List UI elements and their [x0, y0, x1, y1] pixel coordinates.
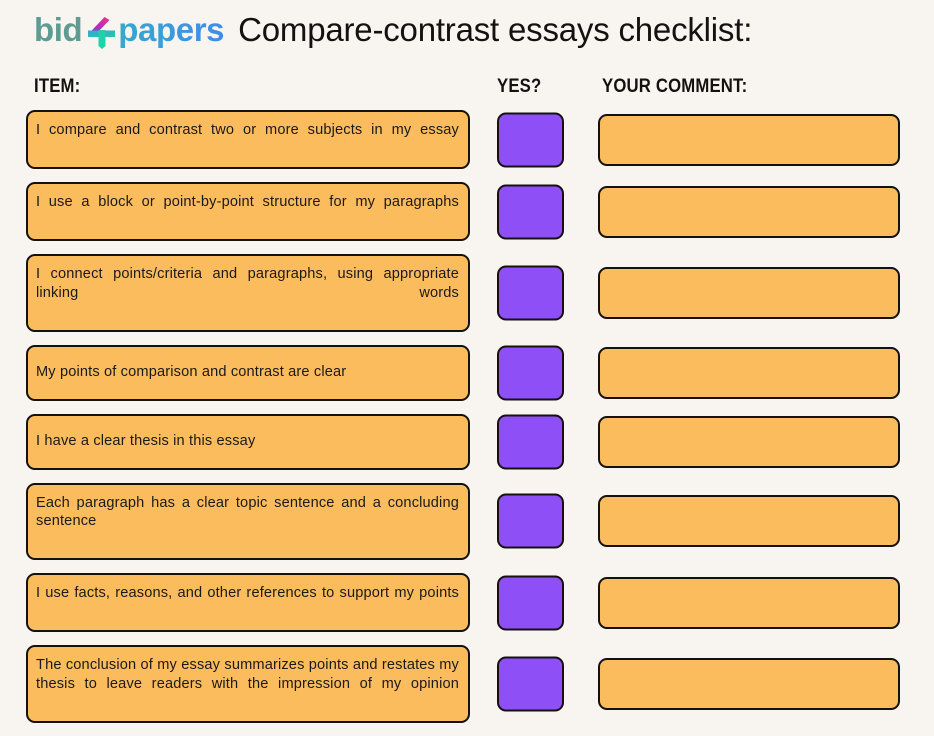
comment-input[interactable] — [598, 415, 900, 468]
item-text-box: I have a clear thesis in this essay — [26, 413, 470, 470]
logo-text-papers: papers — [118, 11, 225, 48]
item-text-box: My points of comparison and contrast are… — [26, 344, 470, 401]
item-label: I have a clear thesis in this essay — [36, 432, 256, 449]
yes-checkbox[interactable] — [497, 112, 564, 167]
comment-input[interactable] — [598, 576, 900, 629]
column-header-yes: YES? — [497, 76, 542, 97]
comment-input[interactable] — [598, 495, 900, 548]
item-label: The conclusion of my essay summarizes po… — [36, 657, 459, 692]
column-headers: ITEM: YES? YOUR COMMENT: — [0, 76, 934, 102]
checklist-row: Each paragraph has a clear topic sentenc… — [0, 482, 934, 560]
comment-input[interactable] — [598, 346, 900, 399]
item-text-box: I compare and contrast two or more subje… — [26, 110, 470, 169]
yes-checkbox[interactable] — [497, 575, 564, 630]
yes-checkbox[interactable] — [497, 656, 564, 712]
comment-input[interactable] — [598, 657, 900, 710]
checklist-page: bid papers Compare-contrast essays check… — [0, 0, 934, 723]
item-label: I use a block or point-by-point structur… — [36, 194, 459, 210]
item-text-box: I connect points/criteria and paragraphs… — [26, 254, 470, 332]
checklist-rows: I compare and contrast two or more subje… — [0, 110, 934, 736]
logo-text-bid: bid — [34, 11, 83, 48]
four-logo-mark-icon — [85, 15, 117, 49]
page-header: bid papers Compare-contrast essays check… — [34, 2, 752, 58]
checklist-row: I use facts, reasons, and other referenc… — [0, 573, 934, 632]
item-label: I compare and contrast two or more subje… — [36, 122, 459, 138]
item-label: My points of comparison and contrast are… — [36, 363, 347, 380]
checklist-row: I use a block or point-by-point structur… — [0, 182, 934, 241]
comment-input[interactable] — [598, 113, 900, 166]
yes-checkbox[interactable] — [497, 184, 564, 239]
checklist-row: My points of comparison and contrast are… — [0, 344, 934, 401]
checklist-row: I connect points/criteria and paragraphs… — [0, 254, 934, 332]
checklist-row: The conclusion of my essay summarizes po… — [0, 645, 934, 723]
yes-checkbox[interactable] — [497, 345, 564, 400]
checklist-row: I compare and contrast two or more subje… — [0, 110, 934, 169]
item-text-box: Each paragraph has a clear topic sentenc… — [26, 482, 470, 560]
item-label: Each paragraph has a clear topic sentenc… — [36, 494, 459, 530]
yes-checkbox[interactable] — [497, 414, 564, 469]
bid4papers-logo[interactable]: bid papers — [34, 11, 225, 49]
item-text-box: I use a block or point-by-point structur… — [26, 182, 470, 241]
item-text-box: I use facts, reasons, and other referenc… — [26, 573, 470, 632]
column-header-item: ITEM: — [34, 76, 81, 97]
yes-checkbox[interactable] — [497, 493, 564, 549]
page-title: Compare-contrast essays checklist: — [238, 11, 753, 48]
item-label: I use facts, reasons, and other referenc… — [36, 585, 459, 601]
column-header-comment: YOUR COMMENT: — [602, 76, 748, 97]
item-text-box: The conclusion of my essay summarizes po… — [26, 645, 470, 723]
comment-input[interactable] — [598, 266, 900, 319]
yes-checkbox[interactable] — [497, 265, 564, 321]
checklist-row: I have a clear thesis in this essay — [0, 413, 934, 470]
item-label: I connect points/criteria and paragraphs… — [36, 266, 459, 301]
comment-input[interactable] — [598, 185, 900, 238]
